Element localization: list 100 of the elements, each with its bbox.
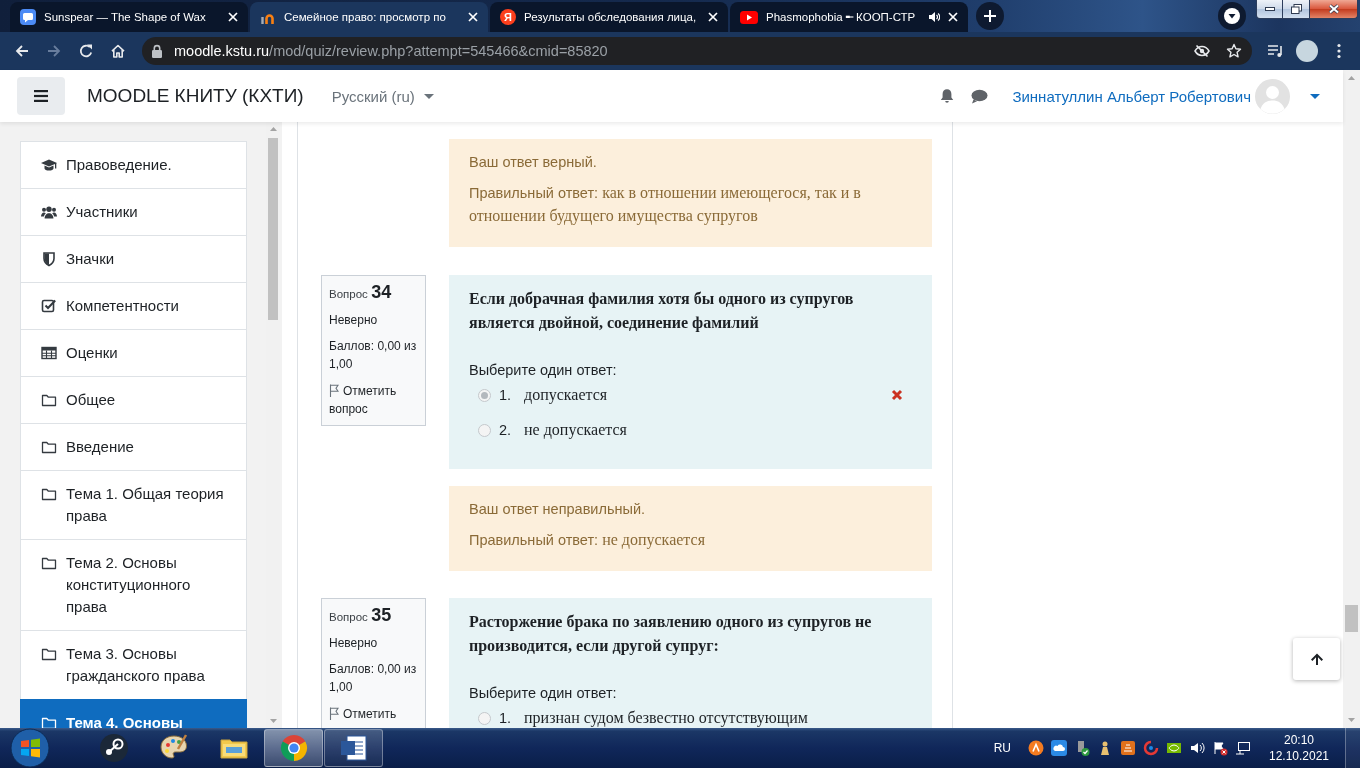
shield-icon (41, 251, 57, 267)
sidebar-item[interactable]: Правоведение. (20, 141, 247, 189)
scrollbar[interactable] (1343, 70, 1360, 728)
browser-tab[interactable]: Phasmophobia ╾ КООП-СТР (730, 2, 968, 32)
app-tile-icon[interactable] (1120, 740, 1136, 756)
flag-icon (329, 707, 339, 720)
house-icon[interactable] (110, 43, 126, 59)
sidebar-item[interactable]: Введение (20, 423, 247, 471)
clock-time[interactable]: 20:10 (1284, 732, 1314, 748)
graduation-cap-icon (41, 157, 57, 173)
circular-arrow-icon[interactable] (78, 43, 94, 59)
correct-answer-text: Правильный ответ: как в отношении имеющегося, так и в отношении будущего имущества супругов (469, 183, 862, 227)
lock-icon[interactable] (151, 44, 163, 58)
radio-button[interactable] (478, 388, 491, 402)
playlist-icon[interactable] (1267, 44, 1283, 58)
round-logo-icon[interactable] (97, 732, 130, 764)
arrow-left-icon[interactable] (14, 43, 30, 59)
answer-label: 1. признан судом безвестно отсутствующим (499, 708, 808, 728)
answer-prompt: Выберите один ответ: (469, 361, 618, 380)
feedback-verdict: Ваш ответ верный. (469, 153, 598, 172)
sidebar-item[interactable]: Значки (20, 235, 247, 283)
browser-tab[interactable]: Я Результаты обследования лица, (490, 2, 728, 32)
three-dots-icon[interactable] (1337, 43, 1341, 59)
minimize-button[interactable] (1256, 0, 1283, 19)
flag-icon[interactable] (1212, 740, 1228, 756)
sidebar-item[interactable]: Оценки (20, 329, 247, 377)
back-to-top-button[interactable] (1293, 638, 1340, 680)
language-menu[interactable]: Русский (ru) (331, 87, 434, 105)
radio-button[interactable] (478, 423, 491, 437)
flag-icon (329, 384, 339, 397)
sidebar-item[interactable]: Тема 1. Общая теория права (20, 470, 247, 540)
minimize-icon (1264, 7, 1275, 11)
language-indicator[interactable]: RU (993, 741, 1011, 755)
question-number: Вопрос 34 (329, 283, 393, 304)
restore-icon (1290, 4, 1302, 14)
show-desktop-button[interactable] (1345, 728, 1360, 768)
close-icon[interactable] (228, 12, 238, 22)
scrollbar-thumb[interactable] (268, 138, 278, 320)
close-button[interactable] (1310, 0, 1358, 19)
monitor-icon[interactable] (1235, 740, 1251, 756)
folder-icon (41, 392, 57, 408)
question-text: Расторжение брака по заявлению одного из супругов не производится, если другой супруг: (469, 612, 873, 657)
dropdown-icon[interactable] (1218, 2, 1246, 30)
swirl-icon[interactable] (1143, 740, 1159, 756)
question-state: Неверно (329, 312, 379, 329)
folder-icon (41, 555, 57, 571)
question-text: Если добрачная фамилия хотя бы одного из супругов является двойной, соединение фамилий (469, 289, 855, 334)
sidebar-item[interactable]: Тема 2. Основы конституционного права (20, 539, 247, 631)
profile-photo-placeholder[interactable] (1296, 40, 1318, 62)
correct-answer-text: Правильный ответ: не допускается (469, 530, 706, 551)
restore-button[interactable] (1283, 0, 1310, 19)
menu-icon (34, 90, 48, 102)
radio-button[interactable] (478, 711, 491, 725)
users-icon (41, 204, 57, 220)
folder-icon (41, 646, 57, 662)
site-title[interactable]: MOODLE КНИТУ (КХТИ) (87, 85, 304, 107)
checkbox-icon (41, 298, 57, 314)
clock-date[interactable]: 12.10.2021 (1268, 748, 1330, 764)
star-icon[interactable] (1226, 43, 1242, 59)
scrollbar-thumb[interactable] (1345, 605, 1358, 632)
sidebar-item[interactable]: Компетентности (20, 282, 247, 330)
eye-logo-icon[interactable] (1166, 740, 1182, 756)
speaker-icon[interactable] (928, 11, 940, 23)
answer-prompt: Выберите один ответ: (469, 684, 618, 703)
eye-slash-icon[interactable] (1194, 43, 1210, 59)
flag-question-link[interactable]: Отметить (329, 705, 420, 723)
feedback-verdict: Ваш ответ неправильный. (469, 500, 646, 519)
sidebar-item[interactable]: Тема 3. Основы гражданского права (20, 630, 247, 700)
site-logo: Я (500, 9, 516, 25)
folder-icon (41, 439, 57, 455)
sidebar-item[interactable]: Общее (20, 376, 247, 424)
user-avatar (1255, 78, 1290, 114)
answer-label: 1. допускается (499, 385, 608, 405)
menu-button[interactable] (17, 77, 65, 115)
close-icon[interactable] (948, 12, 958, 22)
sidebar-item[interactable]: Участники (20, 188, 247, 236)
taskbar-button[interactable] (324, 729, 383, 767)
caret-icon (423, 93, 434, 99)
close-icon (1327, 4, 1340, 14)
user-menu[interactable]: Зиннатуллин Альберт Робертович (1012, 78, 1320, 114)
plus-icon[interactable] (976, 2, 1004, 30)
browser-tab[interactable]: Sunspear — The Shape of Wax (10, 2, 248, 32)
question-grade: Баллов: 0,00 из 1,00 (329, 338, 418, 373)
question-state: Неверно (329, 635, 379, 652)
circle-logo-icon[interactable] (1028, 740, 1044, 756)
close-icon[interactable] (708, 12, 718, 22)
cloud-icon[interactable] (1051, 740, 1067, 756)
close-icon[interactable] (468, 12, 478, 22)
bell-icon[interactable] (939, 88, 956, 104)
sidebar-item[interactable]: Тема 4. Основы (20, 699, 247, 728)
chat-bubble-icon (20, 9, 36, 25)
flag-question-link[interactable]: Отметить вопрос (329, 382, 420, 418)
browser-tab[interactable]: Семейное право: просмотр по (250, 2, 488, 32)
start-orb-icon[interactable] (10, 728, 50, 768)
answer-label: 2. не допускается (499, 420, 627, 440)
speaker-icon[interactable] (1189, 740, 1205, 756)
question-number: Вопрос 35 (329, 606, 393, 627)
speech-bubble-icon[interactable] (971, 88, 989, 104)
address-bar[interactable]: moodle.kstu.ru/mod/quiz/review.php?attempt=545466&cmid=85820 (142, 37, 1252, 65)
play-icon (740, 10, 758, 24)
